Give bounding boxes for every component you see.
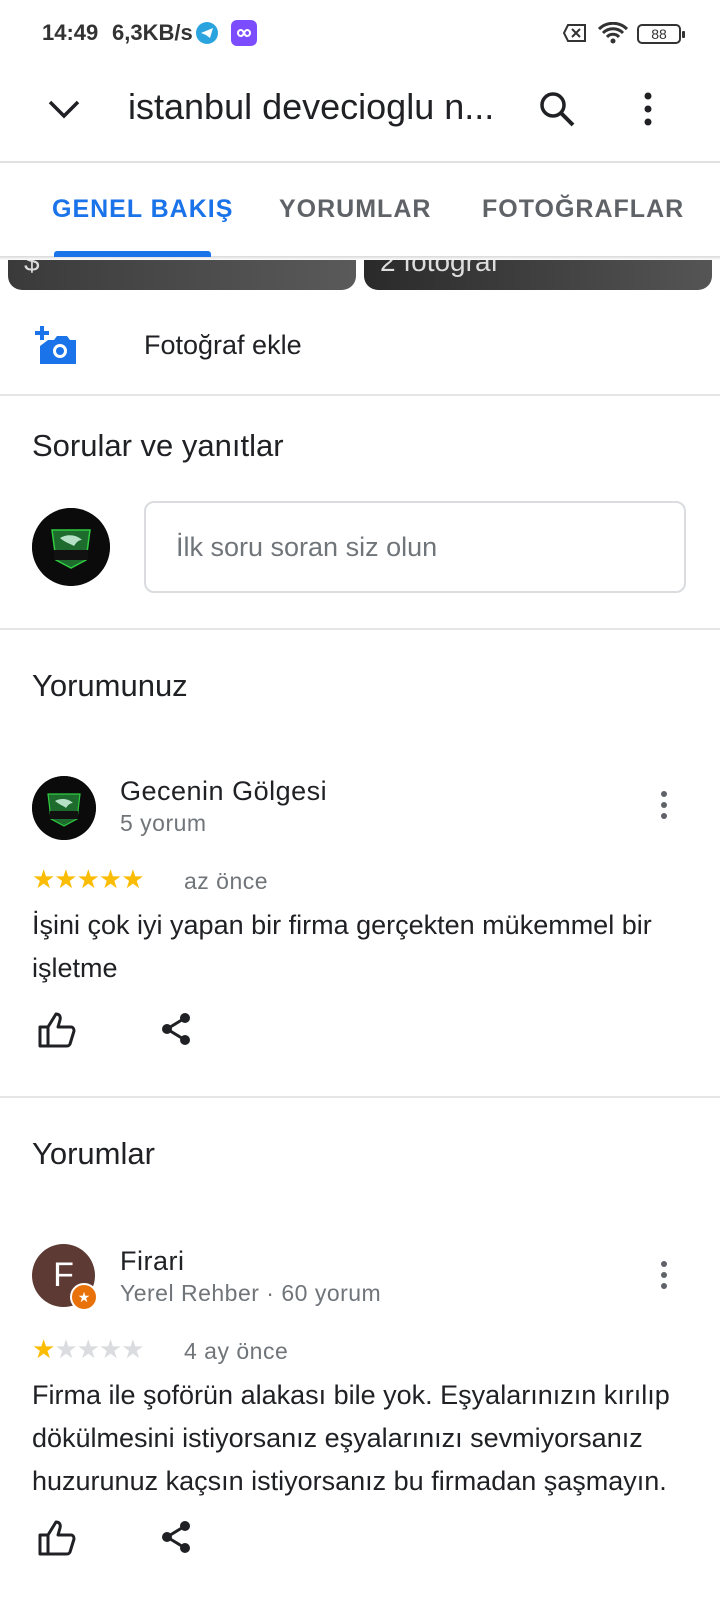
review-author-name[interactable]: Firari: [120, 1246, 185, 1277]
header-divider: [0, 161, 720, 163]
review-time: 4 ay önce: [184, 1338, 289, 1364]
back-chevron-icon[interactable]: [44, 90, 84, 130]
telegram-icon: [196, 22, 218, 44]
star-rating: ★★★★★: [32, 1334, 145, 1364]
card-label: $: [24, 258, 40, 277]
photo-card[interactable]: 2 fotoğraf: [364, 258, 712, 290]
share-icon[interactable]: [160, 1012, 192, 1051]
photo-count-label: 2 fotoğraf: [380, 258, 499, 277]
review-more-icon[interactable]: [660, 1260, 668, 1295]
photo-card[interactable]: $: [8, 258, 356, 290]
question-input-box[interactable]: [144, 501, 686, 593]
local-guide-badge-icon: ★: [70, 1283, 98, 1311]
add-photo-label[interactable]: Fotoğraf ekle: [144, 330, 302, 361]
review-more-icon[interactable]: [660, 790, 668, 825]
share-icon[interactable]: [160, 1520, 192, 1559]
your-review-title: Yorumunuz: [32, 668, 188, 703]
section-divider: [0, 394, 720, 396]
active-tab-indicator: [54, 251, 211, 257]
qa-section-title: Sorular ve yanıtlar: [32, 428, 284, 463]
section-divider: [0, 628, 720, 630]
wifi-icon: [597, 21, 629, 49]
review-time: az önce: [184, 868, 269, 894]
search-icon[interactable]: [538, 90, 576, 133]
review-author-meta: Yerel Rehber · 60 yorum: [120, 1280, 382, 1306]
avatar: [32, 508, 110, 586]
thumbs-up-icon[interactable]: [38, 1012, 76, 1053]
section-divider: [0, 1096, 720, 1098]
status-network-speed: 6,3KB/s: [112, 20, 193, 45]
search-query-title[interactable]: istanbul devecioglu n...: [128, 86, 494, 128]
more-options-icon[interactable]: [644, 92, 652, 131]
tab-overview[interactable]: GENEL BAKIŞ: [52, 195, 233, 224]
review-author-meta: 5 yorum: [120, 810, 207, 836]
user-avatar[interactable]: [32, 776, 96, 840]
battery-indicator: 88: [637, 24, 685, 44]
star-rating: ★★★★★: [32, 864, 145, 894]
review-text: İşini çok iyi yapan bir firma gerçekten …: [32, 910, 652, 983]
question-input[interactable]: [146, 503, 684, 591]
app-notification-icon: [231, 20, 257, 46]
tab-photos[interactable]: FOTOĞRAFLAR: [482, 195, 684, 224]
reviews-section-title: Yorumlar: [32, 1136, 155, 1171]
no-sim-icon: [562, 24, 587, 42]
status-bar: 14:49 6,3KB/s 88: [0, 0, 720, 68]
tab-reviews[interactable]: YORUMLAR: [279, 195, 431, 224]
status-time: 14:49: [42, 20, 99, 45]
add-photo-icon[interactable]: [34, 326, 78, 371]
thumbs-up-icon[interactable]: [38, 1520, 76, 1561]
review-author-name[interactable]: Gecenin Gölgesi: [120, 776, 327, 807]
review-text: Firma ile şoförün alakası bile yok. Eşya…: [32, 1380, 670, 1496]
